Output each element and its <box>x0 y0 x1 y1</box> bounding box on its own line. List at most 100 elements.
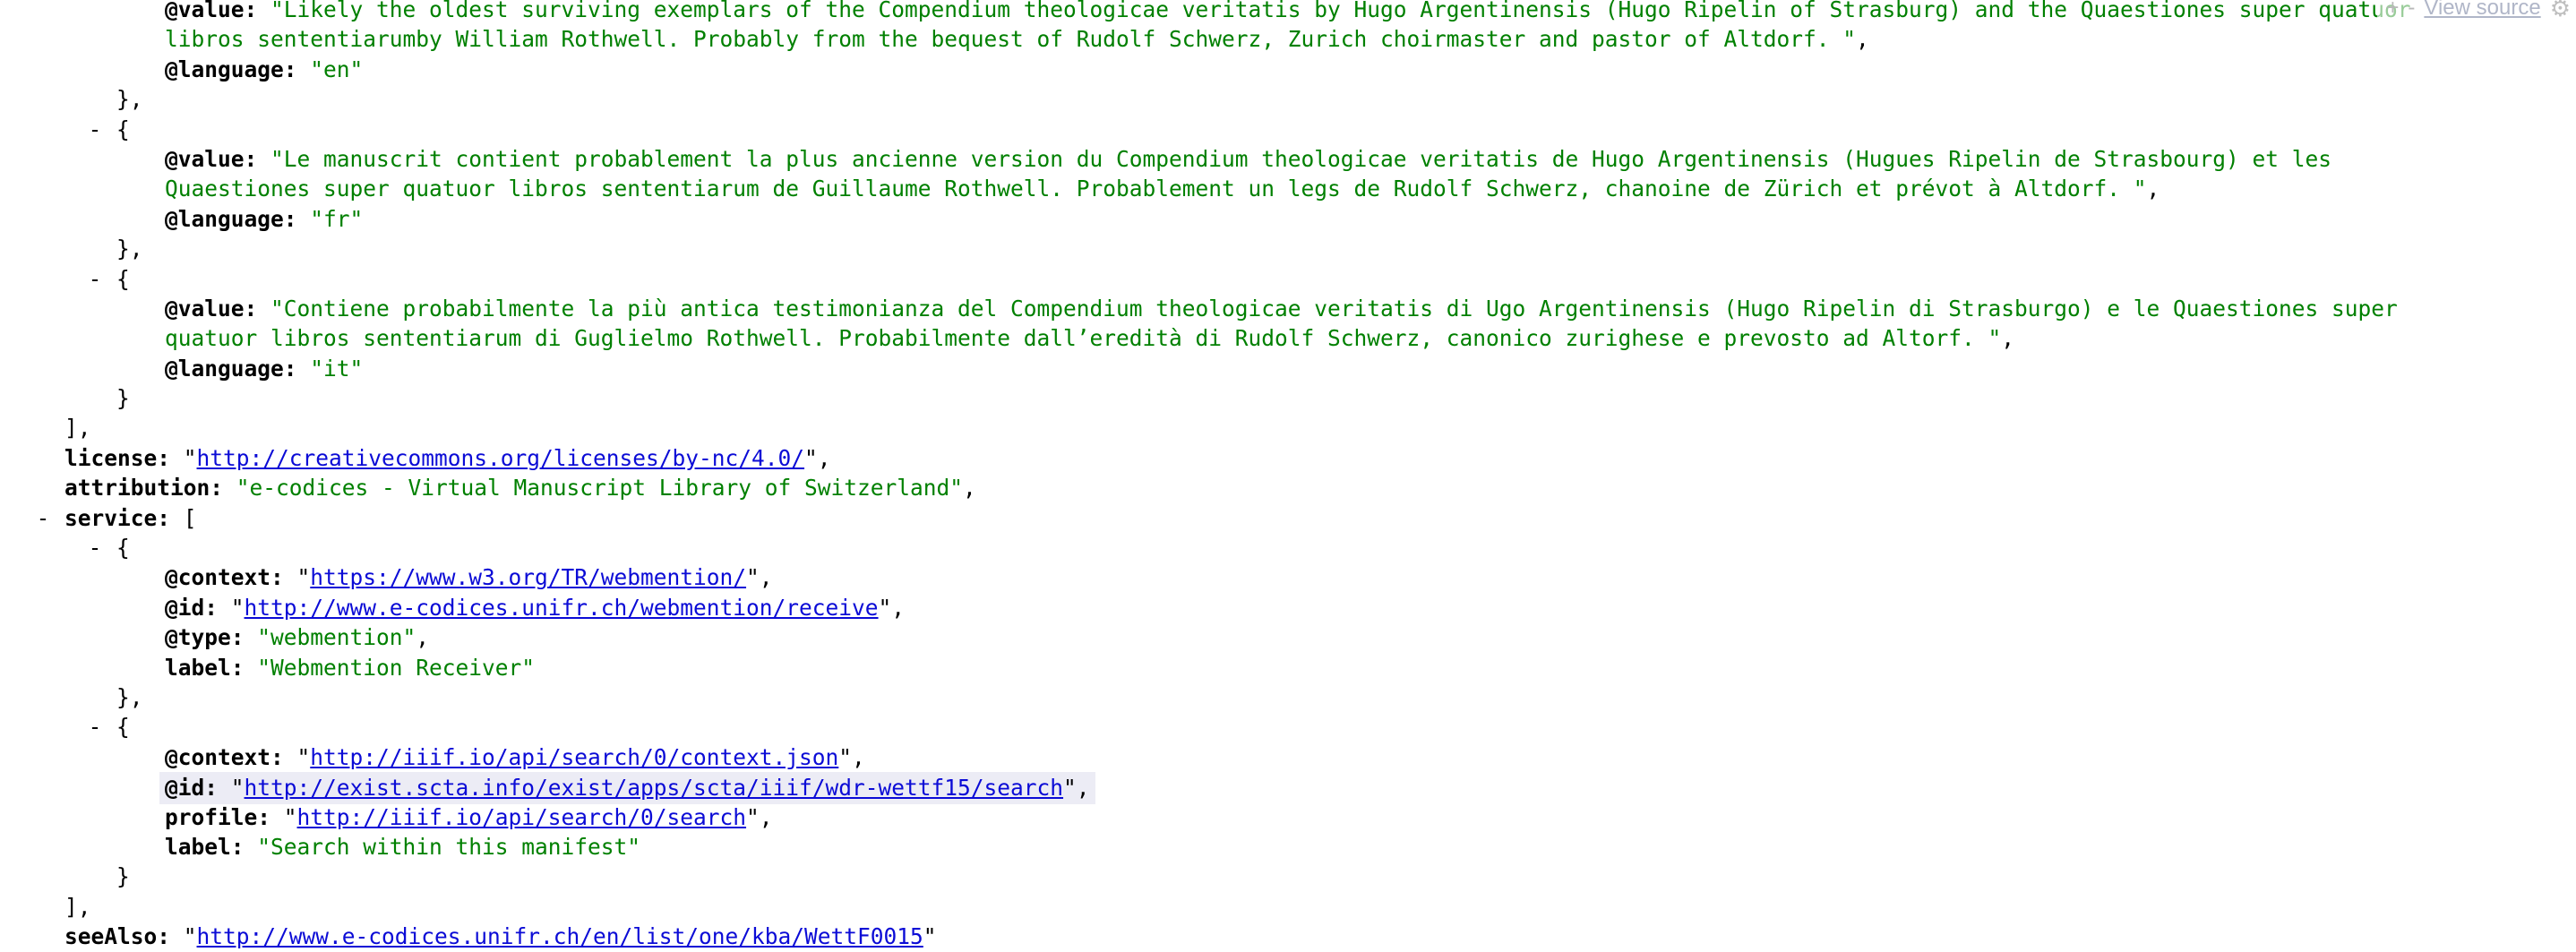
json-line: @id: "http://www.e-codices.unifr.ch/webm… <box>0 593 2576 622</box>
line-content: ], <box>64 413 91 442</box>
json-key: service: <box>64 504 184 531</box>
json-punctuation: { <box>116 265 130 292</box>
line-content: profile: "http://iiif.io/api/search/0/se… <box>165 802 773 832</box>
json-string: quatuor libros sententiarum di Guglielmo… <box>165 325 2002 352</box>
json-url-link[interactable]: http://iiif.io/api/search/0/context.json <box>310 744 838 770</box>
json-punctuation: " <box>296 743 311 770</box>
expand-all-button[interactable]: + <box>2386 0 2399 21</box>
line-content: seeAlso: "http://www.e-codices.unifr.ch/… <box>64 922 937 951</box>
json-punctuation: [ <box>183 504 197 531</box>
json-key: seeAlso: <box>64 923 184 950</box>
collapse-all-button[interactable]: - <box>2408 0 2415 21</box>
json-punctuation: , <box>963 475 976 502</box>
json-line: ], <box>0 892 2576 922</box>
json-punctuation: }, <box>116 236 143 262</box>
line-content: @language: "it" <box>165 354 363 383</box>
json-line: -{ <box>0 264 2576 294</box>
json-url-link[interactable]: https://www.w3.org/TR/webmention/ <box>310 564 746 590</box>
line-content: ], <box>64 892 91 922</box>
json-punctuation: , <box>416 624 430 651</box>
json-string: "e-codices - Virtual Manuscript Library … <box>236 475 964 502</box>
json-line: @context: "http://iiif.io/api/search/0/c… <box>0 742 2576 772</box>
json-punctuation: ", <box>838 743 865 770</box>
json-line: @id: "http://exist.scta.info/exist/apps/… <box>0 772 2576 804</box>
line-content: label: "Search within this manifest" <box>165 832 640 862</box>
line-content: { <box>116 712 130 742</box>
json-punctuation: , <box>2146 176 2160 202</box>
json-line: seeAlso: "http://www.e-codices.unifr.ch/… <box>0 922 2576 951</box>
line-content: } <box>116 862 130 891</box>
json-punctuation: ", <box>878 594 906 621</box>
line-content: @id: "http://www.e-codices.unifr.ch/webm… <box>165 593 905 622</box>
json-punctuation: } <box>116 863 130 890</box>
json-key: profile: <box>165 803 284 830</box>
json-key: @context: <box>165 743 297 770</box>
json-key: license: <box>64 444 184 471</box>
json-string: "Contiene probabilmente la più antica te… <box>270 295 2398 322</box>
json-line: @value: "Le manuscrit contient probablem… <box>0 144 2576 174</box>
json-url-link[interactable]: http://creativecommons.org/licenses/by-n… <box>197 445 805 471</box>
json-line: @value: "Likely the oldest surviving exe… <box>0 0 2576 24</box>
json-line: ], <box>0 413 2576 442</box>
line-content: service: [ <box>64 503 197 533</box>
line-content: @value: "Likely the oldest surviving exe… <box>165 0 2411 24</box>
json-line: @type: "webmention", <box>0 622 2576 652</box>
json-key: @id: <box>165 775 231 802</box>
json-punctuation: ", <box>746 803 773 830</box>
line-content: { <box>116 533 130 562</box>
json-line: @context: "https://www.w3.org/TR/webment… <box>0 562 2576 592</box>
json-punctuation: , <box>1856 26 1869 53</box>
json-string: "webmention" <box>257 624 416 651</box>
json-key: @language: <box>165 205 311 232</box>
json-key: @language: <box>165 355 311 382</box>
json-line: profile: "http://iiif.io/api/search/0/se… <box>0 802 2576 832</box>
json-string: "it" <box>310 355 364 382</box>
json-line: Quaestiones super quatuor libros sentent… <box>0 174 2576 203</box>
json-punctuation: { <box>116 714 130 741</box>
json-line: libros sententiarumby William Rothwell. … <box>0 24 2576 54</box>
json-key: label: <box>165 654 258 681</box>
line-content: quatuor libros sententiarum di Guglielmo… <box>165 323 2014 353</box>
line-content: attribution: "e-codices - Virtual Manusc… <box>64 473 976 502</box>
line-content: { <box>116 115 130 144</box>
line-content: @type: "webmention", <box>165 622 429 652</box>
json-punctuation: " <box>230 594 245 621</box>
json-line: @language: "en" <box>0 55 2576 84</box>
json-string: "en" <box>310 56 364 82</box>
json-line: label: "Search within this manifest" <box>0 832 2576 862</box>
gear-icon[interactable]: ⚙ <box>2550 0 2571 22</box>
json-punctuation: { <box>116 116 130 142</box>
line-content: } <box>116 383 130 413</box>
json-line: license: "http://creativecommons.org/lic… <box>0 443 2576 473</box>
json-key: attribution: <box>64 475 236 502</box>
json-line: }, <box>0 84 2576 114</box>
json-url-link[interactable]: http://www.e-codices.unifr.ch/webmention… <box>245 595 879 621</box>
json-punctuation: { <box>116 535 130 562</box>
line-content: @context: "https://www.w3.org/TR/webment… <box>165 562 773 592</box>
json-punctuation: ], <box>64 893 91 920</box>
collapse-toggle[interactable]: - <box>86 264 104 294</box>
json-line: @language: "fr" <box>0 204 2576 234</box>
collapse-toggle[interactable]: - <box>86 115 104 144</box>
collapse-toggle[interactable]: - <box>86 712 104 742</box>
json-punctuation: " <box>183 923 197 950</box>
json-punctuation: }, <box>116 683 143 710</box>
highlighted-line-content: @id: "http://exist.scta.info/exist/apps/… <box>159 772 1095 804</box>
json-line: }, <box>0 682 2576 712</box>
json-punctuation: " <box>283 803 297 830</box>
json-url-link[interactable]: http://exist.scta.info/exist/apps/scta/i… <box>245 775 1064 801</box>
json-url-link[interactable]: http://iiif.io/api/search/0/search <box>297 804 747 830</box>
json-url-link[interactable]: http://www.e-codices.unifr.ch/en/list/on… <box>197 923 923 949</box>
json-key: label: <box>165 833 258 860</box>
json-line: @value: "Contiene probabilmente la più a… <box>0 294 2576 323</box>
view-source-link[interactable]: View source <box>2424 0 2540 21</box>
line-content: { <box>116 264 130 294</box>
json-punctuation: ", <box>804 444 831 471</box>
json-line: @language: "it" <box>0 354 2576 383</box>
json-key: @value: <box>165 295 271 322</box>
collapse-toggle[interactable]: - <box>34 503 52 533</box>
json-punctuation: , <box>2001 325 2015 352</box>
json-line: -{ <box>0 115 2576 144</box>
collapse-toggle[interactable]: - <box>86 533 104 562</box>
line-content: Quaestiones super quatuor libros sentent… <box>165 174 2160 203</box>
